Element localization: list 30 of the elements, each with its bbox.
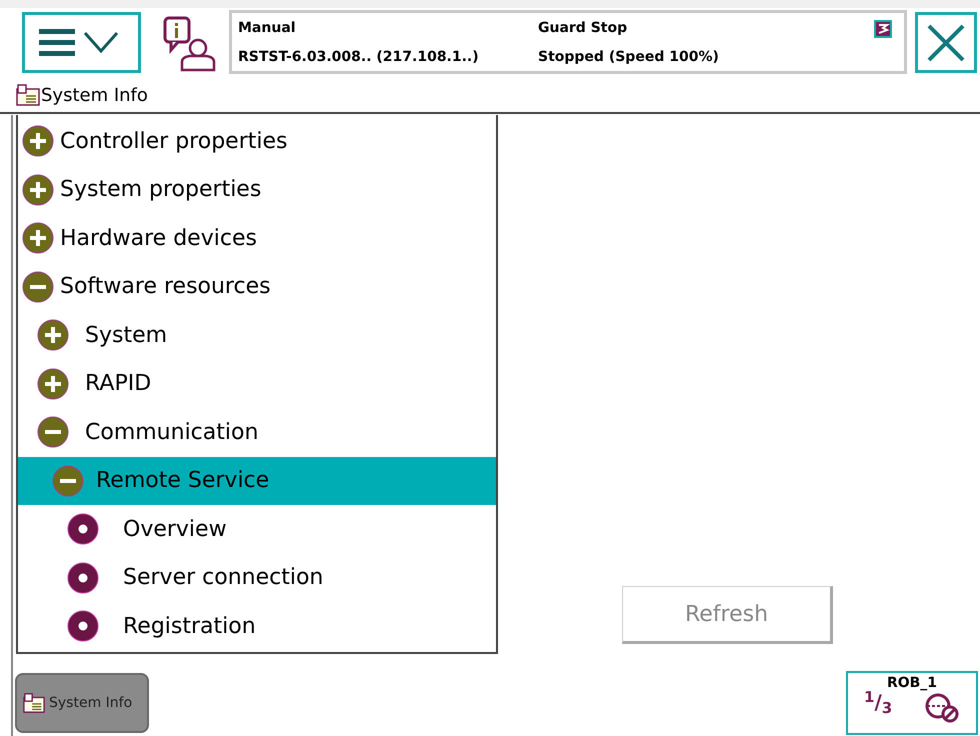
controller-state: Guard Stop bbox=[538, 19, 628, 38]
status-icon bbox=[874, 20, 892, 38]
menu-button[interactable] bbox=[22, 12, 141, 73]
expand-icon[interactable] bbox=[21, 124, 55, 158]
expand-icon[interactable] bbox=[21, 221, 55, 256]
collapse-icon[interactable] bbox=[51, 464, 85, 498]
close-icon bbox=[926, 22, 966, 62]
system-info-icon bbox=[16, 84, 40, 106]
expand-icon[interactable] bbox=[36, 318, 70, 352]
info-person-icon bbox=[163, 16, 217, 72]
taskbar-button[interactable]: System Info bbox=[15, 673, 149, 733]
increment-fraction: $^{1}$/$_{3}$ bbox=[864, 692, 892, 719]
program-state: Stopped (Speed 100%) bbox=[538, 48, 719, 67]
expand-icon[interactable] bbox=[36, 366, 70, 401]
mechanical-unit: ROB_1 bbox=[886, 676, 938, 690]
operating-mode: Manual bbox=[238, 19, 297, 38]
collapse-icon[interactable] bbox=[36, 415, 70, 450]
view-title: System Info bbox=[41, 84, 148, 108]
speed-off-icon bbox=[924, 692, 960, 724]
leaf-bullet-icon bbox=[66, 560, 100, 595]
quickset-button[interactable]: ROB_1 $^{1}$/$_{3}$ bbox=[846, 671, 978, 735]
expand-icon[interactable] bbox=[21, 172, 55, 207]
close-button[interactable] bbox=[915, 12, 977, 73]
leaf-bullet-icon bbox=[66, 512, 100, 546]
collapse-icon[interactable] bbox=[21, 270, 55, 304]
tree-item[interactable]: Remote Service bbox=[18, 456, 496, 505]
status-panel[interactable]: Manual RSTST-6.03.008.. (217.108.1..) Guard Stop Stopped (Speed 100%) bbox=[229, 10, 907, 74]
leaf-bullet-icon bbox=[66, 609, 100, 644]
system-info-icon bbox=[23, 692, 45, 714]
system-name: RSTST-6.03.008.. (217.108.1..) bbox=[238, 48, 480, 67]
